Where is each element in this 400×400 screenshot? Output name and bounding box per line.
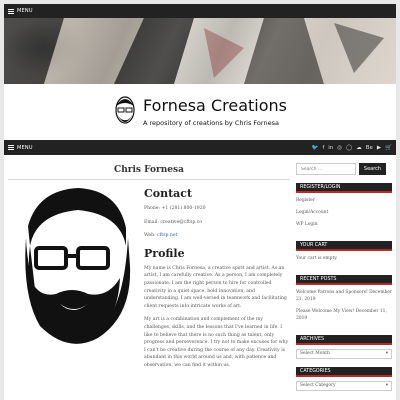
header-banner-image [4,18,396,84]
profile-text: Contact Phone: +1 (281) 800-1920 Email: … [144,186,290,376]
page-title: Chris Fornesa [8,161,290,180]
archives-select[interactable]: Select Month ▾ [296,349,392,359]
twitter-icon[interactable]: 🐦 [311,145,318,151]
widget-title-recent: RECENT POSTS [296,275,392,285]
social-links: 🐦 f in ◎ ◯ ☁ Be ▶ 🛒 [311,145,392,151]
widget-title-register: REGISTER/LOGIN [296,183,392,193]
search-input[interactable] [296,163,356,175]
main-menu-button[interactable]: MENU [8,145,33,151]
site-branding: Fornesa Creations A repository of creati… [143,97,287,128]
recent-post-link[interactable]: Welcome Patrons and Sponsors! [296,290,368,295]
main-content: Chris Fornesa Contact Phone: +1 (281) 80… [8,161,290,391]
profile-paragraph-1: My name is Chris Fornesa, a creative spi… [144,265,287,309]
soundcloud-icon[interactable]: ☁ [356,145,362,151]
search-button[interactable]: Search [359,163,386,175]
instagram-icon[interactable]: ◎ [337,145,342,151]
portrait-illustration [25,188,131,344]
chevron-down-icon: ▾ [385,383,388,388]
web-prefix: Web: [144,233,158,239]
site-header: Fornesa Creations A repository of creati… [4,84,396,140]
login-account-link[interactable]: Login/Account [296,209,392,221]
archives-widget: ARCHIVES Select Month ▾ [296,335,392,359]
contact-heading: Contact [144,187,193,200]
page: MENU Fornesa Creations A repository of c… [4,4,396,400]
recent-post: Please Welcome My View! December 11, 201… [296,308,392,327]
site-description: A repository of creations by Chris Forne… [143,119,279,127]
web-line: Web: cftsp.net [144,232,290,240]
widget-title-categories: CATEGORIES [296,367,392,377]
top-menu-label: MENU [17,8,33,14]
profile-paragraph-2: My art is a combination and complement o… [144,317,289,368]
banner-art [4,18,396,84]
sidebar: Search REGISTER/LOGIN Register Login/Acc… [296,161,392,391]
chevron-down-icon: ▾ [385,351,388,356]
archives-select-value: Select Month [300,351,330,356]
search-form: Search [296,163,392,175]
site-logo[interactable] [113,94,137,130]
categories-select[interactable]: Select Category ▾ [296,381,392,391]
recent-post: Welcome Patrons and Sponsors! December 2… [296,289,392,308]
cart-empty-text: Your cart is empty. [296,256,338,261]
top-menu-button[interactable]: MENU [8,8,33,14]
facebook-icon[interactable]: f [322,145,324,151]
recent-posts-widget: RECENT POSTS Welcome Patrons and Sponsor… [296,275,392,327]
recent-post-link[interactable]: Please Welcome My View! [296,309,354,314]
site-title[interactable]: Fornesa Creations [143,97,287,115]
wp-login-link[interactable]: WP Login [296,221,392,233]
hamburger-icon [8,8,14,14]
phone-text: Phone: +1 (281) 800-1920 [144,206,206,211]
main-navigation: MENU 🐦 f in ◎ ◯ ☁ Be ▶ 🛒 [4,140,396,155]
top-bar: MENU [4,4,396,18]
main-menu-label: MENU [17,144,33,151]
youtube-icon[interactable]: ▶ [377,145,381,151]
widget-title-archives: ARCHIVES [296,335,392,345]
web-link[interactable]: cftsp.net [157,233,177,238]
widget-title-cart: YOUR CART [296,241,392,251]
cart-widget: YOUR CART Your cart is empty. [296,241,392,267]
register-widget: REGISTER/LOGIN Register Login/Account WP… [296,183,392,233]
linkedin-icon[interactable]: in [328,145,333,151]
post-body: Contact Phone: +1 (281) 800-1920 Email: … [8,186,290,376]
hamburger-icon [8,145,14,150]
content-area: Chris Fornesa Contact Phone: +1 (281) 80… [4,155,396,391]
email-text: Email: creative@cftsp.co [144,219,203,225]
register-link[interactable]: Register [296,197,392,209]
github-icon[interactable]: ◯ [346,145,352,151]
categories-widget: CATEGORIES Select Category ▾ [296,367,392,391]
behance-icon[interactable]: Be [366,145,373,151]
store-icon[interactable]: 🛒 [385,145,392,151]
categories-select-value: Select Category [300,383,336,388]
profile-heading: Profile [144,246,185,260]
